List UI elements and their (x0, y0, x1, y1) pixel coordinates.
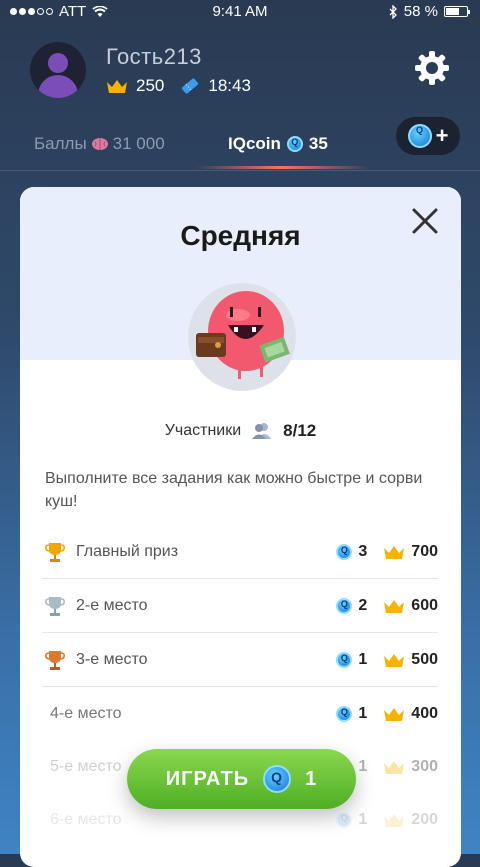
prize-crowns: 500 (411, 650, 438, 668)
crown-icon (384, 653, 405, 667)
prize-crowns: 200 (411, 810, 438, 828)
prize-crowns: 300 (411, 757, 438, 775)
prize-reward: 3 700 (336, 543, 438, 561)
add-iqcoin-button[interactable]: + (396, 117, 460, 155)
participants-label: Участники (164, 422, 242, 439)
prize-label: 4-е место (50, 704, 122, 722)
profile-header: Гость213 250 18:43 (30, 42, 450, 102)
iqcoin-icon (336, 705, 353, 722)
prize-coins: 2 (358, 596, 368, 614)
participants-count: 8/12 (283, 421, 317, 440)
iqcoin-icon (336, 543, 353, 560)
iqcoin-icon (336, 651, 353, 668)
crown-icon (384, 545, 405, 559)
prize-label: 3-е место (76, 650, 148, 668)
mascot-image (188, 283, 296, 391)
tab-iqcoin-value: 35 (308, 134, 328, 153)
tab-points[interactable]: Баллы 31 000 (34, 134, 165, 154)
play-button-cost: 1 (305, 767, 318, 790)
prize-reward: 2 600 (336, 597, 438, 615)
prize-coins: 1 (358, 757, 368, 775)
username: Гость213 (106, 44, 202, 69)
prize-crowns: 400 (411, 704, 438, 722)
prize-coins: 1 (358, 810, 368, 828)
silver-trophy-icon (45, 596, 65, 616)
prize-label: Главный приз (76, 542, 179, 560)
ticket-icon (182, 78, 199, 94)
gear-icon[interactable] (414, 50, 450, 86)
prize-coins: 1 (358, 704, 368, 722)
battery-percent: 58 % (403, 3, 438, 20)
prize-row: Главный приз 3 700 (42, 525, 438, 579)
add-iqcoin-plus: + (435, 123, 449, 148)
prize-row: 3-е место 1 500 (42, 633, 438, 687)
bronze-trophy-icon (45, 650, 65, 670)
close-icon[interactable] (411, 207, 439, 235)
prize-crowns: 600 (411, 596, 438, 614)
prize-row: 4-е место 1 400 (42, 687, 438, 740)
mascot-illustration (196, 291, 290, 379)
play-button[interactable]: ИГРАТЬ 1 (127, 749, 356, 809)
crown-icon (107, 80, 127, 93)
crown-icon (384, 707, 405, 721)
iqcoin-icon (336, 597, 353, 614)
prize-label: 6-е место (50, 810, 122, 828)
prize-reward: 1 500 (336, 651, 438, 669)
brain-icon (91, 138, 108, 150)
avatar[interactable] (30, 42, 86, 98)
gold-trophy-icon (45, 542, 65, 562)
iqcoin-icon (336, 811, 353, 828)
bluetooth-icon (389, 4, 397, 19)
lives-timer: 18:43 (208, 76, 251, 95)
card-title: Средняя (180, 220, 301, 251)
prize-crowns: 700 (411, 542, 438, 560)
prize-reward: 1 200 (336, 811, 438, 829)
battery-icon (444, 6, 470, 17)
tab-iqcoin[interactable]: IQcoin 35 (228, 134, 328, 154)
prize-row: 2-е место 2 600 (42, 579, 438, 633)
users-icon (252, 423, 272, 439)
iqcoin-icon (407, 124, 432, 148)
play-button-label: ИГРАТЬ (165, 767, 250, 790)
prize-reward: 1 400 (336, 705, 438, 723)
status-bar: ATT 9:41 AM 58 % (0, 0, 480, 24)
tournament-description: Выполните все задания как можно быстре и… (45, 470, 423, 510)
participants-row: Участники 8/12 (20, 421, 461, 441)
iqcoin-icon (286, 136, 303, 152)
crown-icon (384, 813, 405, 827)
crown-icon (384, 599, 405, 613)
tab-points-value: 31 000 (112, 134, 165, 153)
iqcoin-icon (263, 765, 292, 793)
prize-label: 2-е место (76, 596, 148, 614)
crown-icon (384, 760, 405, 774)
active-tab-indicator (195, 166, 370, 169)
tab-iqcoin-label: IQcoin (228, 134, 281, 153)
prize-coins: 1 (358, 650, 368, 668)
prize-coins: 3 (358, 542, 368, 560)
profile-stats: 250 18:43 (106, 76, 267, 96)
tab-points-label: Баллы (34, 134, 87, 153)
crown-count: 250 (136, 76, 165, 95)
battery-group: 58 % (389, 3, 470, 20)
